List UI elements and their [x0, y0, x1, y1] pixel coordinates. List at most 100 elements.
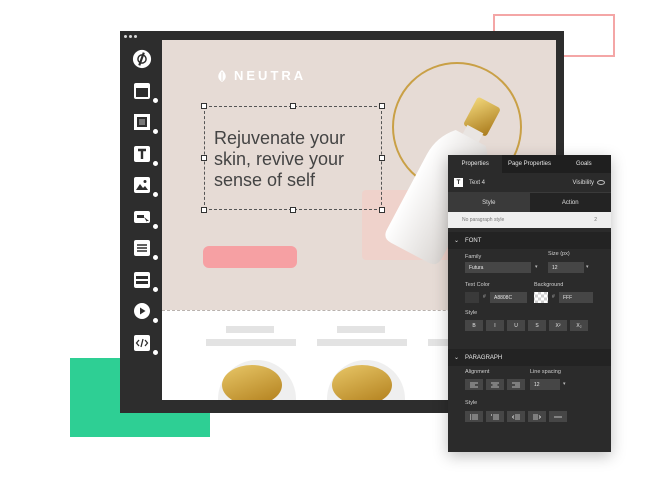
list-tool[interactable] — [128, 234, 159, 262]
resize-handle-sw[interactable] — [201, 207, 207, 213]
text-color-value: A8808C — [494, 294, 513, 301]
background-color-value: FFF — [563, 294, 573, 301]
align-center-button[interactable] — [486, 379, 504, 390]
font-family-select[interactable]: Futura — [465, 262, 531, 273]
paragraph-section-title: PARAGRAPH — [465, 354, 503, 361]
strikethrough-button[interactable]: S — [528, 320, 546, 331]
paragraph-style-count: 2 — [594, 217, 597, 223]
placeholder-bar — [337, 326, 385, 333]
add-dot-icon — [152, 159, 159, 167]
tab-action[interactable]: Action — [529, 193, 611, 212]
paragraph-section-header[interactable]: ⌄ PARAGRAPH — [448, 349, 611, 366]
text-color-input[interactable]: A8808C — [490, 292, 527, 303]
chevron-down-icon: ▾ — [586, 264, 589, 270]
outdent-button[interactable] — [507, 411, 525, 422]
logo-tool[interactable] — [128, 45, 156, 73]
list-style-buttons — [465, 411, 567, 422]
text-color-swatch[interactable] — [465, 292, 479, 303]
list-icon — [132, 238, 152, 258]
form-icon — [132, 270, 152, 290]
resize-handle-nw[interactable] — [201, 103, 207, 109]
resize-handle-n[interactable] — [290, 103, 296, 109]
resize-handle-w[interactable] — [201, 155, 207, 161]
background-color-swatch[interactable] — [534, 292, 548, 303]
size-label: Size (px) — [548, 251, 570, 257]
placeholder-bar — [226, 326, 274, 333]
line-spacing-select[interactable]: 12 — [530, 379, 560, 390]
section-tool[interactable] — [128, 77, 159, 105]
indent-button[interactable] — [528, 411, 546, 422]
hero-headline[interactable]: Rejuvenate your skin, revive your sense … — [214, 128, 374, 191]
horizontal-rule-icon — [554, 416, 562, 417]
outdent-icon — [512, 414, 520, 419]
resize-handle-ne[interactable] — [379, 103, 385, 109]
paragraph-style-label: Style — [465, 400, 478, 406]
horizontal-rule-button[interactable] — [549, 411, 567, 422]
selected-element-row: T Text 4 Visibility — [448, 173, 611, 193]
cta-button[interactable] — [203, 246, 297, 268]
tool-rail — [126, 45, 159, 360]
tab-properties[interactable]: Properties — [448, 155, 503, 173]
numbered-list-icon — [491, 413, 499, 419]
brand-logo[interactable]: NEUTRA — [216, 68, 306, 83]
subscript-button[interactable]: X₂ — [570, 320, 588, 331]
numbered-list-button[interactable] — [486, 411, 504, 422]
bold-button[interactable]: B — [465, 320, 483, 331]
add-dot-icon — [152, 191, 159, 198]
code-tool[interactable] — [128, 329, 159, 357]
visibility-label: Visibility — [572, 179, 594, 186]
font-section-title: FONT — [465, 237, 482, 244]
family-label: Family — [465, 254, 482, 260]
tab-goals[interactable]: Goals — [557, 155, 611, 173]
image-tool[interactable] — [128, 171, 159, 199]
add-dot-icon — [152, 128, 159, 135]
visibility-toggle[interactable]: Visibility — [572, 180, 605, 186]
eye-icon — [597, 180, 605, 185]
text-icon — [132, 144, 152, 164]
font-size-select[interactable]: 12 — [548, 262, 584, 273]
resize-handle-se[interactable] — [379, 207, 385, 213]
video-icon — [132, 301, 152, 321]
underline-button[interactable]: U — [507, 320, 525, 331]
code-icon — [132, 333, 152, 353]
form-tool[interactable] — [128, 266, 159, 294]
tab-style[interactable]: Style — [448, 193, 530, 212]
resize-handle-s[interactable] — [290, 207, 296, 213]
section-icon — [132, 81, 152, 101]
button-icon — [132, 207, 152, 227]
add-dot-icon — [152, 96, 159, 104]
resize-handle-e[interactable] — [379, 155, 385, 161]
hash-symbol: # — [483, 294, 486, 300]
logo-icon — [132, 49, 152, 69]
italic-button[interactable]: I — [486, 320, 504, 331]
bullet-list-icon — [470, 413, 478, 420]
product-jar-lid — [222, 365, 282, 400]
font-style-buttons: B I U S X² X₂ — [465, 320, 588, 331]
tab-page-properties[interactable]: Page Properties — [502, 155, 556, 173]
bullet-list-button[interactable] — [465, 411, 483, 422]
image-icon — [132, 175, 152, 195]
font-style-label: Style — [465, 310, 478, 316]
align-right-button[interactable] — [507, 379, 525, 390]
add-dot-icon — [152, 222, 159, 230]
video-tool[interactable] — [128, 297, 159, 325]
chevron-down-icon: ⌄ — [454, 238, 460, 244]
background-color-input[interactable]: FFF — [559, 292, 593, 303]
product-jar-lid — [332, 365, 392, 400]
text-tool[interactable] — [128, 140, 159, 168]
chevron-down-icon: ▾ — [563, 381, 566, 387]
superscript-button[interactable]: X² — [549, 320, 567, 331]
font-section-header[interactable]: ⌄ FONT — [448, 232, 611, 249]
image-block-tool[interactable] — [128, 108, 159, 136]
button-tool[interactable] — [128, 203, 159, 231]
placeholder-bar — [317, 339, 407, 346]
hash-symbol: # — [552, 294, 555, 300]
paragraph-style-select[interactable]: No paragraph style 2 — [448, 212, 611, 228]
add-dot-icon — [152, 348, 159, 356]
brand-name: NEUTRA — [234, 68, 307, 83]
add-dot-icon — [152, 317, 159, 324]
align-left-button[interactable] — [465, 379, 483, 390]
align-right-icon — [512, 382, 520, 387]
add-dot-icon — [152, 285, 159, 293]
image-block-icon — [132, 112, 152, 132]
